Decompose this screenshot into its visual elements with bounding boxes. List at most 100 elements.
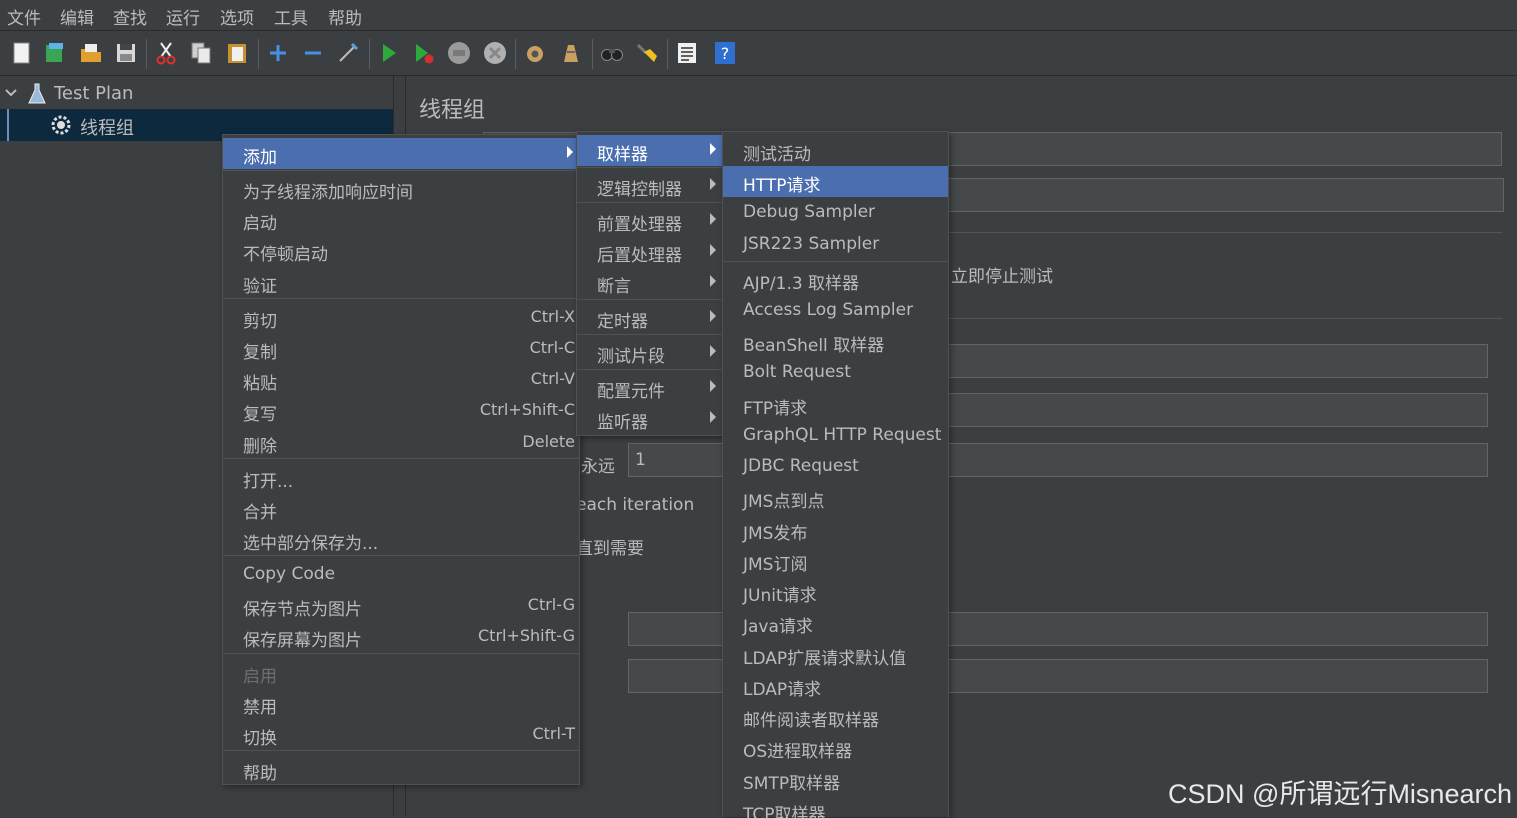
- sampler-item[interactable]: AJP/1.3 取样器: [723, 264, 948, 295]
- toolbar: ?: [0, 31, 1517, 76]
- sampler-item[interactable]: Java请求: [723, 607, 948, 638]
- submenu-item-pre-processor[interactable]: 前置处理器: [577, 205, 722, 236]
- expand-icon[interactable]: [265, 40, 291, 66]
- new-icon[interactable]: [9, 40, 35, 66]
- submenu-item-assertion[interactable]: 断言: [577, 267, 722, 298]
- loop-count-value: 1: [635, 450, 646, 470]
- menu-edit[interactable]: 编辑: [60, 4, 94, 29]
- sampler-item[interactable]: 邮件阅读者取样器: [723, 701, 948, 732]
- chevron-right-icon: [710, 310, 716, 322]
- menu-item-copy[interactable]: 复制 Ctrl-C: [223, 333, 579, 364]
- menu-item-paste[interactable]: 粘贴 Ctrl-V: [223, 364, 579, 395]
- submenu-item-listener[interactable]: 监听器: [577, 403, 722, 434]
- sampler-item[interactable]: Bolt Request: [723, 357, 948, 388]
- menu-file[interactable]: 文件: [7, 4, 41, 29]
- shutdown-icon[interactable]: [482, 40, 508, 66]
- copy-icon[interactable]: [188, 40, 214, 66]
- menu-item-help[interactable]: 帮助: [223, 754, 579, 785]
- sampler-item[interactable]: Access Log Sampler: [723, 295, 948, 326]
- sampler-item[interactable]: GraphQL HTTP Request: [723, 420, 948, 451]
- chevron-right-icon: [710, 380, 716, 392]
- sampler-item[interactable]: JMS发布: [723, 514, 948, 545]
- reset-search-icon[interactable]: [634, 40, 660, 66]
- sampler-item[interactable]: BeanShell 取样器: [723, 326, 948, 357]
- menu-run[interactable]: 运行: [166, 4, 200, 29]
- submenu-item-post-processor[interactable]: 后置处理器: [577, 236, 722, 267]
- sampler-item[interactable]: TCP取样器: [723, 795, 948, 818]
- menu-item-add[interactable]: 添加: [223, 138, 579, 169]
- sampler-item[interactable]: LDAP扩展请求默认值: [723, 639, 948, 670]
- sampler-item[interactable]: 测试活动: [723, 135, 948, 166]
- sampler-item[interactable]: JSR223 Sampler: [723, 229, 948, 260]
- chevron-right-icon: [710, 213, 716, 225]
- menu-bar: 文件 编辑 查找 运行 选项 工具 帮助: [0, 0, 1517, 31]
- save-icon[interactable]: [113, 40, 139, 66]
- menu-item-delete[interactable]: 删除 Delete: [223, 427, 579, 458]
- help-icon[interactable]: ?: [712, 40, 738, 66]
- collapse-icon[interactable]: [300, 40, 326, 66]
- menu-item-save-node-image[interactable]: 保存节点为图片 Ctrl-G: [223, 590, 579, 621]
- menu-item-add-think-times[interactable]: 为子线程添加响应时间: [223, 173, 579, 204]
- chevron-right-icon: [710, 411, 716, 423]
- forever-label[interactable]: 永远: [581, 452, 615, 477]
- sampler-item[interactable]: SMTP取样器: [723, 764, 948, 795]
- stop-test-now-label[interactable]: 立即停止测试: [951, 262, 1053, 287]
- clear-icon[interactable]: [522, 40, 548, 66]
- submenu-item-sampler[interactable]: 取样器: [577, 135, 722, 166]
- chevron-right-icon: [710, 143, 716, 155]
- sampler-item[interactable]: JUnit请求: [723, 576, 948, 607]
- clear-all-icon[interactable]: [558, 40, 584, 66]
- menu-item-duplicate[interactable]: 复写 Ctrl+Shift-C: [223, 395, 579, 426]
- sampler-item[interactable]: Debug Sampler: [723, 197, 948, 228]
- sampler-item[interactable]: JMS订阅: [723, 545, 948, 576]
- menu-item-save-selection[interactable]: 选中部分保存为...: [223, 524, 579, 555]
- cut-icon[interactable]: [153, 40, 179, 66]
- search-icon[interactable]: [599, 40, 625, 66]
- tree-node-label: Test Plan: [54, 83, 134, 104]
- menu-search[interactable]: 查找: [113, 4, 147, 29]
- toggle-icon[interactable]: [335, 40, 361, 66]
- sampler-item-http-request[interactable]: HTTP请求: [723, 166, 948, 197]
- stop-icon[interactable]: [446, 40, 472, 66]
- menu-item-start-no-pause[interactable]: 不停顿启动: [223, 235, 579, 266]
- chevron-right-icon: [710, 244, 716, 256]
- open-icon[interactable]: [78, 40, 104, 66]
- svg-text:?: ?: [721, 44, 730, 63]
- menu-options[interactable]: 选项: [220, 4, 254, 29]
- menu-item-toggle[interactable]: 切换 Ctrl-T: [223, 719, 579, 750]
- start-no-pause-icon[interactable]: [411, 40, 437, 66]
- function-helper-icon[interactable]: [674, 40, 700, 66]
- submenu-item-logic-controller[interactable]: 逻辑控制器: [577, 170, 722, 201]
- chevron-right-icon: [710, 178, 716, 190]
- menu-tools[interactable]: 工具: [274, 4, 308, 29]
- templates-icon[interactable]: [42, 40, 68, 66]
- submenu-item-test-fragment[interactable]: 测试片段: [577, 337, 722, 368]
- same-user-each-iteration-label[interactable]: each iteration: [576, 495, 694, 515]
- paste-icon[interactable]: [224, 40, 250, 66]
- sampler-item[interactable]: JDBC Request: [723, 451, 948, 482]
- menu-item-merge[interactable]: 合并: [223, 493, 579, 524]
- chevron-down-icon[interactable]: [5, 88, 17, 98]
- menu-item-cut[interactable]: 剪切 Ctrl-X: [223, 302, 579, 333]
- sampler-item[interactable]: OS进程取样器: [723, 732, 948, 763]
- chevron-right-icon: [710, 345, 716, 357]
- gear-icon: [51, 115, 71, 135]
- tree-node-test-plan[interactable]: Test Plan: [0, 78, 393, 110]
- sampler-item[interactable]: JMS点到点: [723, 482, 948, 513]
- menu-item-open[interactable]: 打开...: [223, 462, 579, 493]
- submenu-item-config-element[interactable]: 配置元件: [577, 372, 722, 403]
- sampler-item[interactable]: FTP请求: [723, 389, 948, 420]
- menu-item-save-screen-image[interactable]: 保存屏幕为图片 Ctrl+Shift-G: [223, 621, 579, 652]
- menu-item-disable[interactable]: 禁用: [223, 688, 579, 719]
- chevron-right-icon: [567, 146, 573, 158]
- menu-help[interactable]: 帮助: [328, 4, 362, 29]
- menu-item-copy-code[interactable]: Copy Code: [223, 559, 579, 590]
- menu-item-start[interactable]: 启动: [223, 204, 579, 235]
- menu-item-validate[interactable]: 验证: [223, 267, 579, 298]
- sampler-item[interactable]: LDAP请求: [723, 670, 948, 701]
- delay-thread-creation-label[interactable]: 直到需要: [576, 534, 644, 559]
- start-icon[interactable]: [376, 40, 402, 66]
- context-menu: 添加 为子线程添加响应时间 启动 不停顿启动 验证 剪切 Ctrl-X 复制 Ctr…: [222, 134, 580, 785]
- submenu-item-timer[interactable]: 定时器: [577, 302, 722, 333]
- chevron-right-icon: [710, 275, 716, 287]
